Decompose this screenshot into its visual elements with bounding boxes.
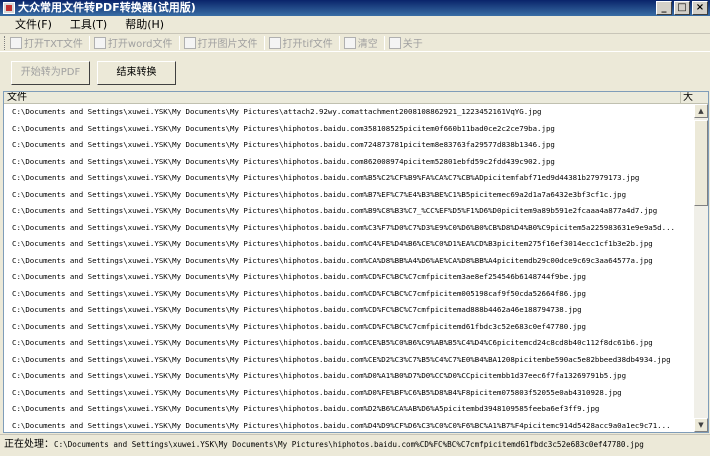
maximize-icon[interactable]: □: [674, 1, 690, 15]
start-convert-button[interactable]: 开始转为PDF: [11, 61, 90, 85]
open-word-button[interactable]: 打开word文件: [93, 35, 173, 50]
image-file-icon: [183, 36, 196, 49]
list-item[interactable]: C:\Documents and Settings\xuwei.YSK\My D…: [4, 170, 694, 187]
vertical-scrollbar[interactable]: ▲ ▼: [694, 104, 708, 432]
open-tif-label: 打开tif文件: [282, 39, 333, 50]
open-txt-button[interactable]: 打开TXT文件: [10, 35, 83, 50]
open-image-label: 打开图片文件: [197, 39, 258, 50]
window-controls: _ □ ×: [656, 1, 708, 15]
list-item[interactable]: C:\Documents and Settings\xuwei.YSK\My D…: [4, 137, 694, 154]
list-item[interactable]: C:\Documents and Settings\xuwei.YSK\My D…: [4, 154, 694, 171]
open-word-label: 打开word文件: [107, 39, 173, 50]
tif-file-icon: [268, 36, 281, 49]
menu-bar: 文件(F) 工具(T) 帮助(H): [0, 16, 710, 34]
open-tif-button[interactable]: 打开tif文件: [268, 35, 333, 50]
scroll-down-icon[interactable]: ▼: [694, 418, 708, 432]
list-item[interactable]: C:\Documents and Settings\xuwei.YSK\My D…: [4, 187, 694, 204]
info-icon: [388, 36, 401, 49]
list-item[interactable]: C:\Documents and Settings\xuwei.YSK\My D…: [4, 302, 694, 319]
scroll-up-icon[interactable]: ▲: [694, 104, 708, 118]
word-file-icon: [93, 36, 106, 49]
list-item[interactable]: C:\Documents and Settings\xuwei.YSK\My D…: [4, 368, 694, 385]
list-item[interactable]: C:\Documents and Settings\xuwei.YSK\My D…: [4, 269, 694, 286]
open-image-button[interactable]: 打开图片文件: [183, 35, 258, 50]
list-item[interactable]: C:\Documents and Settings\xuwei.YSK\My D…: [4, 220, 694, 237]
list-item[interactable]: C:\Documents and Settings\xuwei.YSK\My D…: [4, 104, 694, 121]
status-label: 正在处理：: [4, 439, 54, 450]
list-item[interactable]: C:\Documents and Settings\xuwei.YSK\My D…: [4, 236, 694, 253]
toolbar-separator: [178, 35, 180, 50]
menu-help[interactable]: 帮助(H): [116, 16, 173, 33]
scroll-thumb[interactable]: [694, 120, 708, 206]
window-title: 大众常用文件转PDF转换器(试用版): [18, 1, 196, 14]
list-item[interactable]: C:\Documents and Settings\xuwei.YSK\My D…: [4, 253, 694, 270]
about-label: 关于: [402, 39, 423, 50]
minimize-icon[interactable]: _: [656, 1, 672, 15]
toolbar: 打开TXT文件 打开word文件 打开图片文件 打开tif文件 清空 关于: [0, 34, 710, 52]
text-file-icon: [10, 36, 22, 49]
toolbar-separator: [383, 35, 385, 50]
list-item[interactable]: C:\Documents and Settings\xuwei.YSK\My D…: [4, 352, 694, 369]
list-rows: C:\Documents and Settings\xuwei.YSK\My D…: [4, 104, 694, 433]
list-item[interactable]: C:\Documents and Settings\xuwei.YSK\My D…: [4, 286, 694, 303]
title-bar: 大众常用文件转PDF转换器(试用版) _ □ ×: [0, 0, 710, 16]
column-header-file[interactable]: 文件: [7, 92, 27, 103]
action-buttons: 开始转为PDF 结束转换: [0, 53, 710, 91]
clear-button[interactable]: 清空: [343, 35, 378, 50]
clear-label: 清空: [357, 39, 378, 50]
column-header-size[interactable]: 大: [680, 92, 694, 103]
list-item[interactable]: C:\Documents and Settings\xuwei.YSK\My D…: [4, 335, 694, 352]
app-icon: [3, 2, 15, 14]
close-icon[interactable]: ×: [692, 1, 708, 15]
status-path: C:\Documents and Settings\xuwei.YSK\My D…: [54, 440, 644, 449]
status-bar: 正在处理：C:\Documents and Settings\xuwei.YSK…: [0, 434, 710, 456]
list-item[interactable]: C:\Documents and Settings\xuwei.YSK\My D…: [4, 319, 694, 336]
list-item[interactable]: C:\Documents and Settings\xuwei.YSK\My D…: [4, 418, 694, 433]
list-item[interactable]: C:\Documents and Settings\xuwei.YSK\My D…: [4, 401, 694, 418]
toolbar-grip[interactable]: [4, 35, 7, 50]
toolbar-separator: [88, 35, 90, 50]
list-item[interactable]: C:\Documents and Settings\xuwei.YSK\My D…: [4, 385, 694, 402]
open-txt-label: 打开TXT文件: [24, 39, 83, 50]
stop-convert-button[interactable]: 结束转换: [97, 61, 176, 85]
toolbar-separator: [263, 35, 265, 50]
list-header: 文件 大: [4, 92, 708, 104]
about-button[interactable]: 关于: [388, 35, 423, 50]
file-list[interactable]: 文件 大 C:\Documents and Settings\xuwei.YSK…: [3, 91, 709, 433]
menu-tools[interactable]: 工具(T): [61, 16, 116, 33]
clear-icon: [343, 36, 356, 49]
menu-file[interactable]: 文件(F): [6, 16, 61, 33]
toolbar-separator: [338, 35, 340, 50]
list-item[interactable]: C:\Documents and Settings\xuwei.YSK\My D…: [4, 203, 694, 220]
list-item[interactable]: C:\Documents and Settings\xuwei.YSK\My D…: [4, 121, 694, 138]
